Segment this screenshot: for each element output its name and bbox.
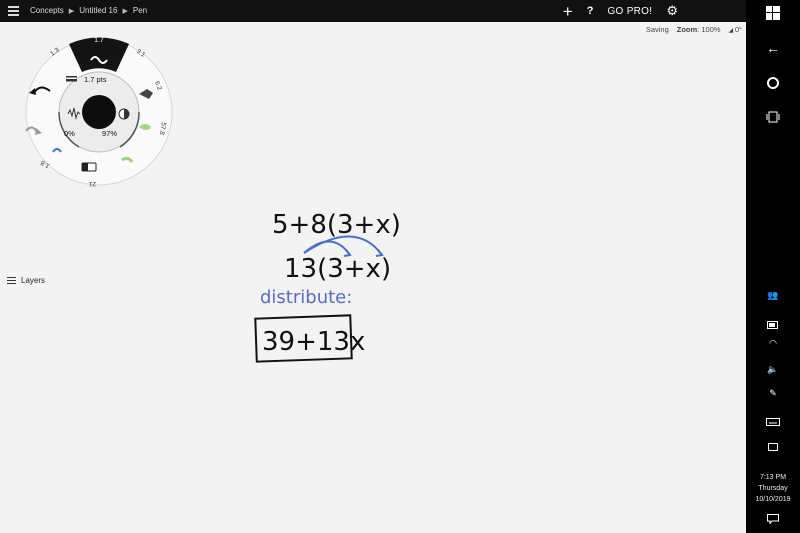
task-view-icon[interactable]: [746, 110, 800, 129]
top-bar: Concepts ▶ Untitled 16 ▶ Pen + ? GO PRO!…: [0, 0, 746, 22]
size-lines-icon: [66, 76, 77, 78]
opacity-value: 0%: [64, 129, 75, 138]
clock-date: 10/10/2019: [755, 496, 791, 503]
breadcrumb-tool[interactable]: Pen: [133, 6, 147, 15]
canvas-status: Saving Zoom: 100% ◢ 0°: [646, 25, 742, 34]
wheel-slot-21[interactable]: 21: [88, 180, 96, 187]
wifi-icon[interactable]: ◠: [746, 338, 800, 349]
layers-button[interactable]: Layers: [7, 275, 45, 286]
breadcrumb-separator-icon: ▶: [122, 7, 128, 15]
tool-wheel[interactable]: 1.7 1.3 3.1 6.2 57.8 21 1.8 1.7 pts 0% 9…: [24, 32, 174, 192]
settings-gear-icon[interactable]: ⚙: [666, 3, 678, 19]
windows-start-icon[interactable]: [746, 6, 800, 25]
rotation-value: 0°: [734, 25, 742, 34]
people-icon[interactable]: 👥: [746, 290, 800, 301]
breadcrumb-separator-icon: ▶: [68, 7, 75, 15]
zoom-value: : 100%: [697, 25, 721, 34]
breadcrumb-drawing[interactable]: Untitled 16: [79, 6, 117, 15]
distribute-note: distribute:: [260, 287, 352, 308]
keyboard-icon[interactable]: [746, 413, 800, 431]
smoothing-value: 97%: [102, 129, 117, 138]
desktop-peek-icon[interactable]: [746, 438, 800, 456]
size-lines-icon-bold: [66, 79, 77, 82]
eraser-fill: [82, 163, 88, 171]
hamburger-menu-icon[interactable]: [8, 5, 20, 17]
breadcrumb: Concepts ▶ Untitled 16 ▶ Pen: [30, 6, 147, 15]
rotation-readout[interactable]: ◢ 0°: [729, 25, 742, 34]
handwritten-math: 5+8(3+x) 13(3+x) distribute: 39+13x: [254, 210, 401, 363]
battery-icon[interactable]: [746, 316, 800, 334]
expression-line-2: 13(3+x): [284, 254, 391, 284]
layers-label: Layers: [21, 275, 46, 285]
help-button[interactable]: ?: [587, 5, 594, 17]
action-center-icon[interactable]: [746, 511, 800, 529]
expression-line-1: 5+8(3+x): [272, 210, 401, 240]
back-arrow-icon[interactable]: ←: [746, 40, 800, 56]
cortana-circle-icon[interactable]: [746, 76, 800, 95]
add-icon[interactable]: +: [563, 3, 573, 20]
clock-day: Thursday: [758, 485, 788, 492]
windows-taskbar: ← 👥 ◠ 🔈 ✎ 7:13 PM Thursday 10/10/2019: [746, 0, 800, 533]
breadcrumb-concepts[interactable]: Concepts: [30, 6, 64, 15]
color-swatch[interactable]: [82, 95, 116, 129]
clock-time: 7:13 PM: [759, 474, 787, 481]
layers-icon: [7, 275, 16, 286]
zoom-label: Zoom: [676, 25, 698, 34]
pen-ink-icon[interactable]: ✎: [746, 388, 800, 399]
taskbar-clock[interactable]: 7:13 PM Thursday 10/10/2019: [746, 472, 800, 505]
go-pro-button[interactable]: GO PRO!: [607, 6, 652, 17]
saving-status: Saving: [645, 25, 669, 34]
answer-expression: 39+13x: [262, 327, 365, 357]
zoom-readout[interactable]: Zoom: 100%: [677, 25, 721, 34]
volume-icon[interactable]: 🔈: [746, 364, 800, 375]
wheel-size-top: 1.7: [94, 37, 104, 44]
brush-size-pts[interactable]: 1.7 pts: [84, 75, 107, 84]
